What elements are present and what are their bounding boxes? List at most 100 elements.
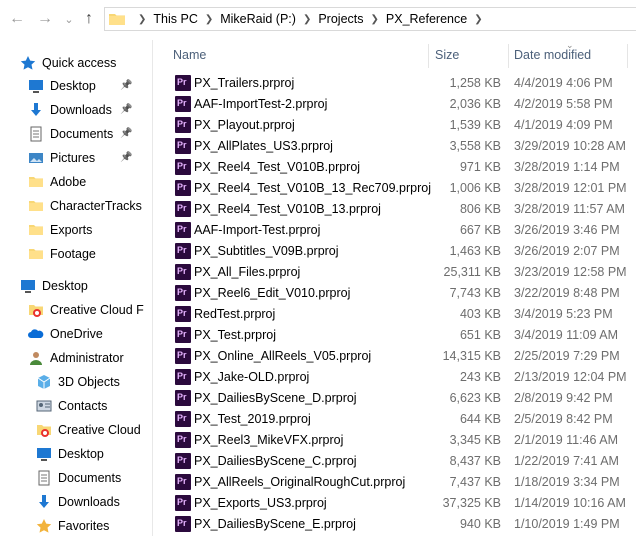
- file-date-modified: 1/22/2019 7:41 AM: [514, 454, 619, 468]
- file-size: 14,315 KB: [442, 349, 501, 363]
- pin-icon[interactable]: 📌: [120, 128, 132, 140]
- nav-item-3d-objects[interactable]: 3D Objects: [36, 371, 120, 393]
- file-size: 1,258 KB: [449, 76, 501, 90]
- file-date-modified: 3/4/2019 11:09 AM: [514, 328, 619, 342]
- file-row[interactable]: PX_Subtitles_V09B.prproj 1,463 KB 3/26/201…: [153, 241, 636, 262]
- back-button[interactable]: ←: [6, 8, 28, 30]
- nav-item-creative-cloud-f[interactable]: Creative Cloud F: [28, 299, 144, 321]
- nav-item-footage[interactable]: Footage: [28, 243, 96, 265]
- nav-item-downloads[interactable]: Downloads: [28, 99, 112, 121]
- file-date-modified: 4/4/2019 4:06 PM: [514, 76, 613, 90]
- nav-desktop-root[interactable]: Desktop: [20, 275, 88, 297]
- file-name: PX_Test_2019.prproj: [194, 412, 311, 426]
- nav-item-charactertracks[interactable]: CharacterTracks: [28, 195, 142, 217]
- file-size: 7,743 KB: [449, 286, 501, 300]
- downloads-icon: [31, 103, 41, 116]
- file-size: 667 KB: [459, 223, 501, 237]
- file-row[interactable]: PX_Reel6_Edit_V010.prproj 7,743 KB 3/22/20…: [153, 283, 636, 304]
- premiere-project-icon: [175, 138, 191, 154]
- file-row[interactable]: PX_Trailers.prproj 1,258 KB 4/4/2019 4:06 …: [153, 73, 636, 94]
- file-name: PX_Jake-OLD.prproj: [194, 370, 310, 384]
- file-row[interactable]: PX_Playout.prproj 1,539 KB 4/1/2019 4:09 P…: [153, 115, 636, 136]
- file-date-modified: 2/1/2019 11:46 AM: [514, 433, 619, 447]
- column-divider[interactable]: [627, 44, 628, 68]
- file-row[interactable]: PX_Reel3_MikeVFX.prproj 3,345 KB 2/1/2019 …: [153, 430, 636, 451]
- nav-item-favorites[interactable]: Favorites: [36, 515, 109, 536]
- nav-item-label: Favorites: [58, 519, 110, 533]
- nav-item-adobe[interactable]: Adobe: [28, 171, 86, 193]
- desktop-icon: [21, 280, 35, 293]
- chevron-right-icon[interactable]: ❯: [303, 14, 311, 25]
- nav-item-documents[interactable]: Documents: [36, 467, 121, 489]
- file-row[interactable]: PX_Jake-OLD.prproj 243 KB 2/13/2019 12:04 …: [153, 367, 636, 388]
- file-row[interactable]: PX_Test_2019.prproj 644 KB 2/5/2019 8:42 P…: [153, 409, 636, 430]
- nav-item-desktop[interactable]: Desktop: [36, 443, 104, 465]
- file-name: PX_DailiesByScene_E.prproj: [194, 517, 356, 531]
- column-divider[interactable]: [508, 44, 509, 68]
- file-row[interactable]: PX_AllPlates_US3.prproj 3,558 KB 3/29/2019…: [153, 136, 636, 157]
- file-row[interactable]: PX_DailiesByScene_D.prproj 6,623 KB 2/8/20…: [153, 388, 636, 409]
- nav-item-creative-cloud[interactable]: Creative Cloud: [36, 419, 141, 441]
- file-name: PX_Reel4_Test_V010B_13.prproj: [194, 202, 381, 216]
- nav-item-label: Contacts: [58, 399, 108, 413]
- nav-item-desktop[interactable]: Desktop: [28, 75, 96, 97]
- recent-locations-chevron-icon[interactable]: ⌄: [58, 8, 80, 30]
- file-date-modified: 2/13/2019 12:04 PM: [514, 370, 627, 384]
- breadcrumb-drive[interactable]: MikeRaid (P:): [220, 12, 296, 26]
- file-size: 25,311 KB: [443, 265, 501, 279]
- pin-icon[interactable]: 📌: [120, 104, 132, 116]
- file-name: PX_AllReels_OriginalRoughCut.prproj: [194, 475, 406, 489]
- chevron-right-icon[interactable]: ❯: [205, 14, 213, 25]
- downloads-icon: [39, 495, 49, 508]
- folder-icon: [29, 225, 43, 235]
- breadcrumb-current-folder[interactable]: PX_Reference: [386, 12, 467, 26]
- file-row[interactable]: PX_Test.prproj 651 KB 3/4/2019 11:09 AM: [153, 325, 636, 346]
- file-row[interactable]: PX_All_Files.prproj 25,311 KB 3/23/2019 12…: [153, 262, 636, 283]
- file-row[interactable]: PX_DailiesByScene_C.prproj 8,437 KB 1/22/2…: [153, 451, 636, 472]
- file-row[interactable]: RedTest.prproj 403 KB 3/4/2019 5:23 PM: [153, 304, 636, 325]
- column-header-date-modified[interactable]: Date modified: [514, 40, 591, 70]
- file-name: PX_Reel6_Edit_V010.prproj: [194, 286, 351, 300]
- breadcrumb-projects[interactable]: Projects: [318, 12, 363, 26]
- file-date-modified: 1/18/2019 3:34 PM: [514, 475, 620, 489]
- nav-item-label: Desktop: [50, 79, 96, 93]
- file-row[interactable]: PX_Reel4_Test_V010B_13.prproj 806 KB 3/28/…: [153, 199, 636, 220]
- pin-icon[interactable]: 📌: [120, 80, 132, 92]
- nav-item-onedrive[interactable]: OneDrive: [28, 323, 103, 345]
- premiere-project-icon: [175, 117, 191, 133]
- chevron-right-icon[interactable]: ❯: [474, 14, 482, 25]
- file-row[interactable]: PX_Online_AllReels_V05.prproj 14,315 KB 2/…: [153, 346, 636, 367]
- file-size: 8,437 KB: [449, 454, 501, 468]
- column-header-size[interactable]: Size: [435, 40, 459, 70]
- file-date-modified: 4/2/2019 5:58 PM: [514, 97, 613, 111]
- nav-item-contacts[interactable]: Contacts: [36, 395, 107, 417]
- breadcrumb-this-pc[interactable]: This PC: [153, 12, 197, 26]
- file-date-modified: 2/5/2019 8:42 PM: [514, 412, 613, 426]
- file-row[interactable]: PX_Reel4_Test_V010B_13_Rec709.prproj 1,00…: [153, 178, 636, 199]
- nav-item-exports[interactable]: Exports: [28, 219, 92, 241]
- file-row[interactable]: AAF-Import-Test.prproj 667 KB 3/26/2019 3:…: [153, 220, 636, 241]
- nav-item-downloads[interactable]: Downloads: [36, 491, 120, 513]
- file-row[interactable]: PX_DailiesByScene_E.prproj 940 KB 1/10/201…: [153, 514, 636, 535]
- file-row[interactable]: PX_AllReels_OriginalRoughCut.prproj 7,437…: [153, 472, 636, 493]
- forward-button[interactable]: →: [34, 8, 56, 30]
- premiere-project-icon: [175, 222, 191, 238]
- chevron-right-icon[interactable]: ❯: [371, 14, 379, 25]
- nav-item-label: Downloads: [58, 495, 120, 509]
- nav-item-pictures[interactable]: Pictures: [28, 147, 95, 169]
- nav-item-administrator[interactable]: Administrator: [28, 347, 124, 369]
- up-button[interactable]: ↑: [78, 8, 100, 30]
- file-row[interactable]: AAF-ImportTest-2.prproj 2,036 KB 4/2/2019 …: [153, 94, 636, 115]
- desktop-icon: [37, 448, 51, 461]
- file-date-modified: 2/8/2019 9:42 PM: [514, 391, 613, 405]
- pin-icon[interactable]: 📌: [120, 152, 132, 164]
- file-row[interactable]: PX_Exports_US3.prproj 37,325 KB 1/14/2019 …: [153, 493, 636, 514]
- nav-quick-access[interactable]: Quick access: [20, 52, 116, 74]
- chevron-right-icon[interactable]: ❯: [138, 14, 146, 25]
- column-divider[interactable]: [428, 44, 429, 68]
- file-date-modified: 3/22/2019 8:48 PM: [514, 286, 620, 300]
- nav-item-documents[interactable]: Documents: [28, 123, 113, 145]
- column-header-name[interactable]: Name: [173, 40, 206, 70]
- file-row[interactable]: PX_Reel4_Test_V010B.prproj 971 KB 3/28/201…: [153, 157, 636, 178]
- address-bar[interactable]: ❯ This PC ❯ MikeRaid (P:) ❯ Projects ❯ P…: [104, 7, 636, 31]
